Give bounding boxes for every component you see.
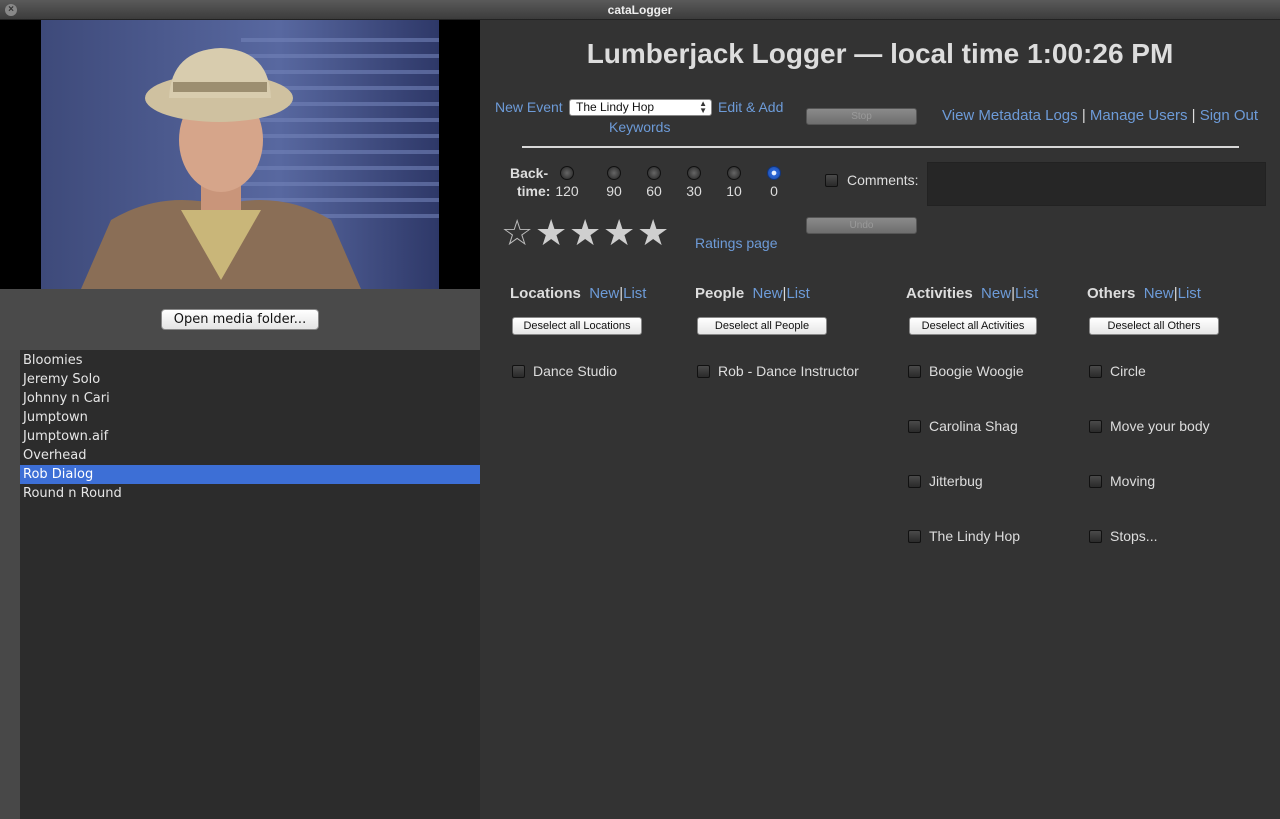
- activities-item-checkbox[interactable]: [908, 420, 921, 433]
- activities-item-checkbox[interactable]: [908, 475, 921, 488]
- undo-button[interactable]: Undo: [806, 217, 917, 234]
- title-bar: × cataLogger: [0, 0, 1280, 20]
- select-arrows-icon: ▲ ▼: [699, 99, 707, 115]
- people-item-checkbox[interactable]: [697, 365, 710, 378]
- locations-title: Locations: [510, 285, 581, 302]
- comments-checkbox[interactable]: [825, 174, 838, 187]
- people-item-label: Rob - Dance Instructor: [718, 363, 859, 379]
- window-title: cataLogger: [607, 3, 673, 17]
- star-icon[interactable]: ☆: [501, 215, 533, 251]
- others-item-label: Circle: [1110, 363, 1146, 379]
- others-item-checkbox[interactable]: [1089, 420, 1102, 433]
- backtime-label-line2: time:: [517, 183, 551, 199]
- list-gutter: [0, 350, 20, 819]
- deselect-all-locations-button[interactable]: Deselect all Locations: [512, 317, 642, 335]
- file-list-item[interactable]: Jumptown.aif: [20, 427, 480, 446]
- star-icon[interactable]: ★: [637, 215, 669, 251]
- backtime-radio-label: 60: [646, 183, 662, 199]
- backtime-radio-label: 90: [606, 183, 622, 199]
- backtime-radio-120[interactable]: [560, 166, 574, 180]
- backtime-radio-60[interactable]: [647, 166, 661, 180]
- locations-header: Locations New|List: [510, 285, 646, 302]
- backtime-radio-label: 30: [686, 183, 702, 199]
- video-frame-image: [41, 20, 439, 289]
- star-icon[interactable]: ★: [535, 215, 567, 251]
- media-file-list[interactable]: Bloomies Jeremy Solo Johnny n Cari Jumptown…: [20, 350, 480, 819]
- activities-item-label: The Lindy Hop: [929, 528, 1021, 544]
- activities-item-label: Jitterbug: [929, 473, 983, 489]
- file-list-item[interactable]: Jeremy Solo: [20, 370, 480, 389]
- view-metadata-logs-link[interactable]: View Metadata Logs: [942, 107, 1078, 124]
- locations-list-link[interactable]: List: [623, 285, 646, 302]
- comments-label: Comments:: [847, 172, 919, 188]
- activities-item-label: Carolina Shag: [929, 418, 1018, 434]
- comments-input[interactable]: [927, 162, 1266, 206]
- file-list-item[interactable]: Johnny n Cari: [20, 389, 480, 408]
- others-item-checkbox[interactable]: [1089, 530, 1102, 543]
- file-list-item[interactable]: Bloomies: [20, 351, 480, 370]
- keywords-link[interactable]: Keywords: [609, 119, 670, 135]
- link-separator: |: [1191, 107, 1196, 124]
- people-list-link[interactable]: List: [786, 285, 809, 302]
- deselect-all-activities-button[interactable]: Deselect all Activities: [909, 317, 1037, 335]
- activities-header: Activities New|List: [906, 285, 1038, 302]
- others-item-label: Move your body: [1110, 418, 1210, 434]
- others-item-label: Moving: [1110, 473, 1156, 489]
- people-title: People: [695, 285, 745, 302]
- backtime-radio-90[interactable]: [607, 166, 621, 180]
- others-item-checkbox[interactable]: [1089, 475, 1102, 488]
- others-header: Others New|List: [1087, 285, 1201, 302]
- activities-list-link[interactable]: List: [1015, 285, 1038, 302]
- locations-item-checkbox[interactable]: [512, 365, 525, 378]
- others-item-checkbox[interactable]: [1089, 365, 1102, 378]
- ratings-page-link[interactable]: Ratings page: [695, 235, 778, 251]
- others-new-link[interactable]: New: [1144, 285, 1174, 302]
- event-select-value: The Lindy Hop: [576, 100, 655, 114]
- others-title: Others: [1087, 285, 1136, 302]
- open-media-folder-button[interactable]: Open media folder...: [161, 309, 319, 330]
- activities-new-link[interactable]: New: [981, 285, 1011, 302]
- people-header: People New|List: [695, 285, 810, 302]
- new-event-link[interactable]: New Event: [495, 99, 563, 115]
- deselect-all-people-button[interactable]: Deselect all People: [697, 317, 827, 335]
- stop-button[interactable]: Stop: [806, 108, 917, 125]
- divider: [522, 146, 1239, 148]
- deselect-all-others-button[interactable]: Deselect all Others: [1089, 317, 1219, 335]
- backtime-radio-label: 10: [726, 183, 742, 199]
- file-list-item[interactable]: Jumptown: [20, 408, 480, 427]
- people-new-link[interactable]: New: [753, 285, 783, 302]
- header-links: View Metadata Logs | Manage Users | Sign…: [942, 107, 1258, 124]
- sign-out-link[interactable]: Sign Out: [1200, 107, 1258, 124]
- backtime-radio-label: 120: [555, 183, 579, 199]
- edit-add-link[interactable]: Edit & Add: [718, 99, 783, 115]
- backtime-radio-30[interactable]: [687, 166, 701, 180]
- locations-new-link[interactable]: New: [589, 285, 619, 302]
- file-list-item[interactable]: Round n Round: [20, 484, 480, 503]
- manage-users-link[interactable]: Manage Users: [1090, 107, 1188, 124]
- activities-title: Activities: [906, 285, 973, 302]
- event-select[interactable]: The Lindy Hop ▲ ▼: [569, 99, 712, 116]
- others-item-label: Stops...: [1110, 528, 1158, 544]
- backtime-radio-label: 0: [770, 183, 778, 199]
- activities-item-checkbox[interactable]: [908, 530, 921, 543]
- file-list-item[interactable]: Rob Dialog: [20, 465, 480, 484]
- locations-item-label: Dance Studio: [533, 363, 618, 379]
- video-preview[interactable]: [0, 20, 480, 289]
- file-list-item[interactable]: Overhead: [20, 446, 480, 465]
- star-icon[interactable]: ★: [603, 215, 635, 251]
- page-title: Lumberjack Logger — local time 1:00:26 P…: [586, 38, 1174, 69]
- backtime-radio-0[interactable]: [767, 166, 781, 180]
- link-separator: |: [1081, 107, 1086, 124]
- activities-item-checkbox[interactable]: [908, 365, 921, 378]
- others-list-link[interactable]: List: [1178, 285, 1201, 302]
- activities-item-label: Boogie Woogie: [929, 363, 1024, 379]
- backtime-label-line1: Back-: [510, 165, 549, 181]
- backtime-radio-10[interactable]: [727, 166, 741, 180]
- star-icon[interactable]: ★: [569, 215, 601, 251]
- close-icon[interactable]: ×: [5, 4, 17, 16]
